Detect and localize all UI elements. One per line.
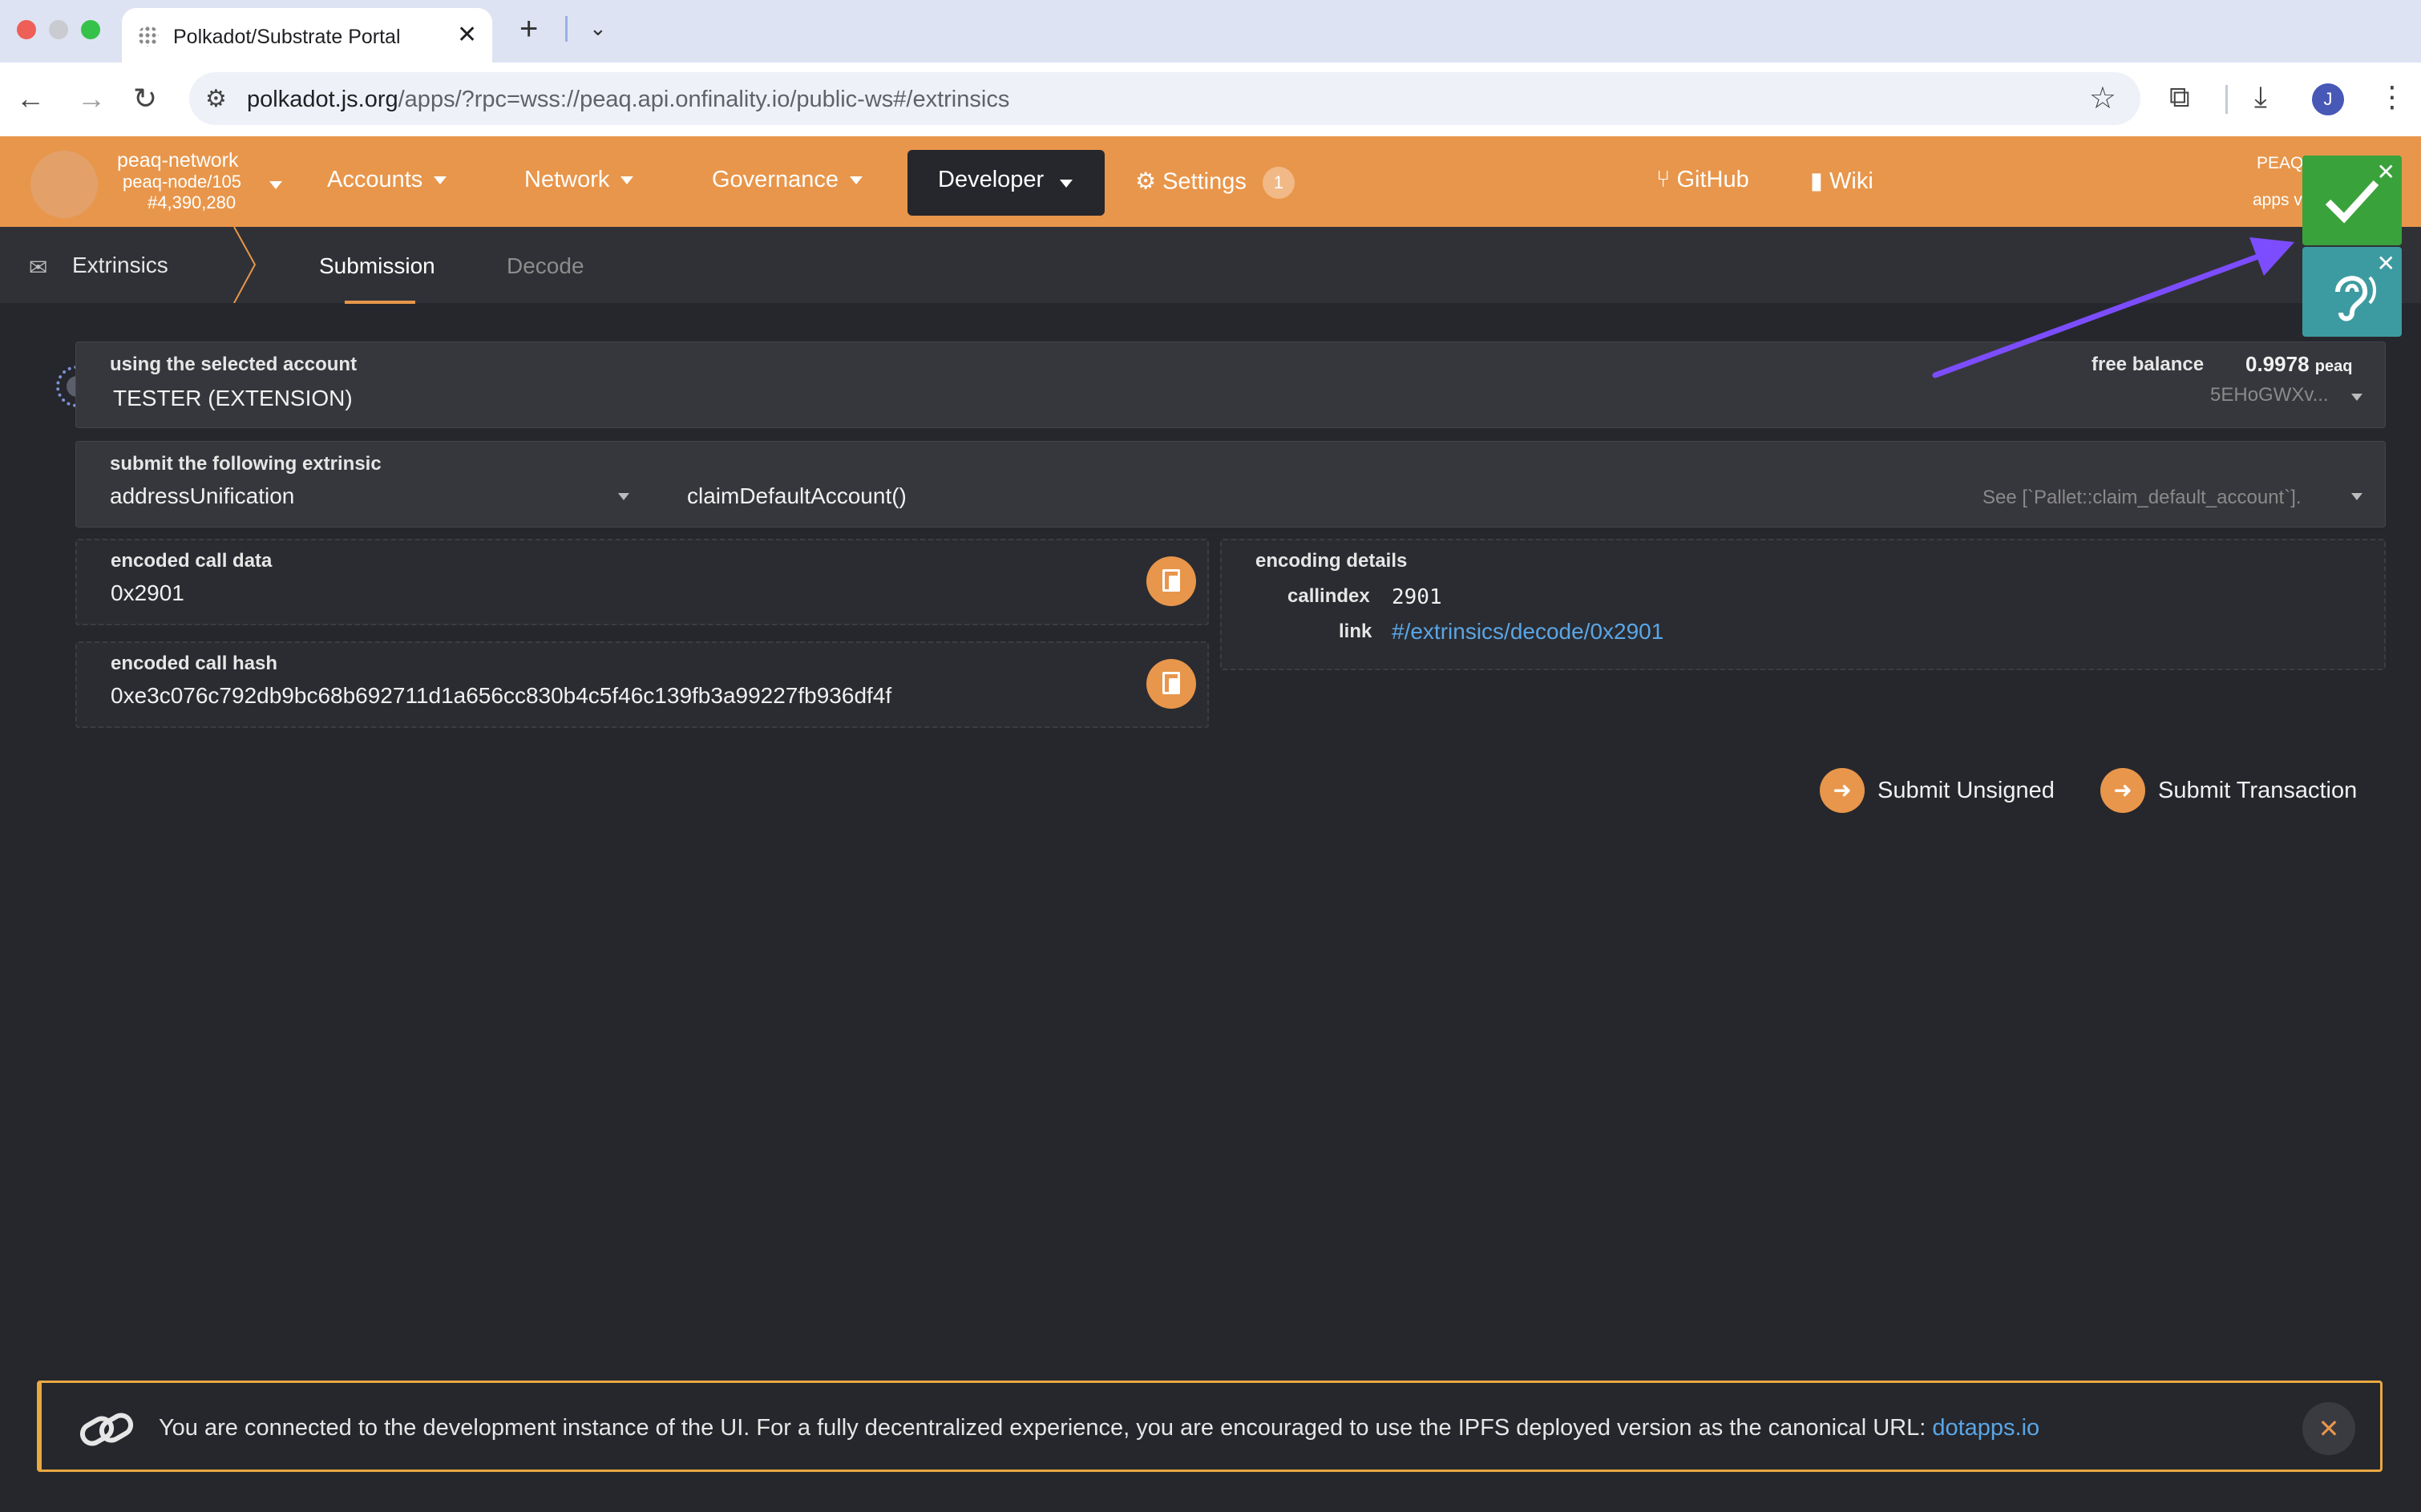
notice-message: You are connected to the development ins…	[159, 1415, 1933, 1441]
dotapps-link[interactable]: dotapps.io	[1932, 1415, 2039, 1441]
close-notice-button[interactable]: ✕	[2302, 1402, 2355, 1455]
dev-instance-notice: You are connected to the development ins…	[37, 1381, 2383, 1472]
link-chain-icon	[79, 1413, 134, 1446]
annotation-arrow	[1932, 237, 2294, 378]
notice-text: You are connected to the development ins…	[159, 1415, 2039, 1441]
